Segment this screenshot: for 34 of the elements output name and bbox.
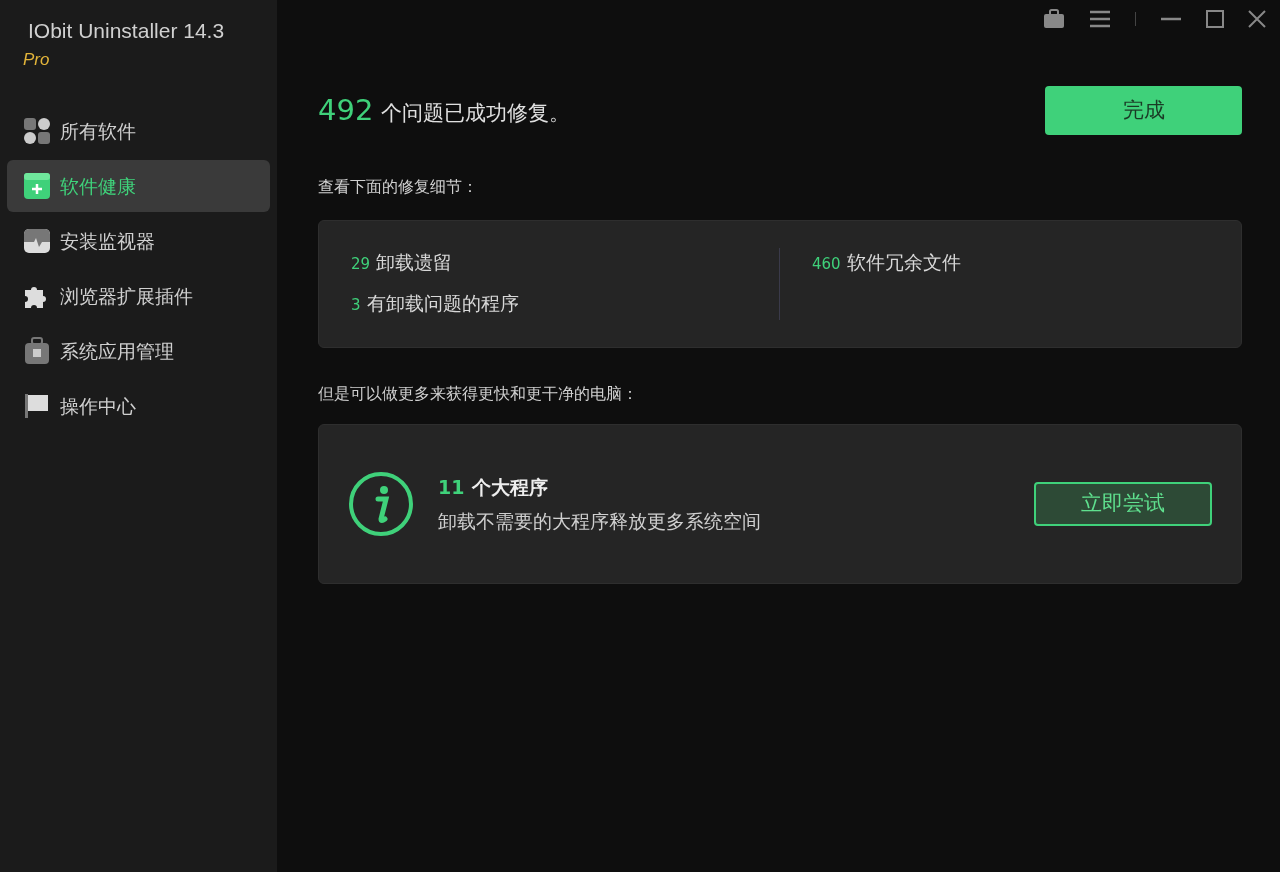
briefcase-icon: [23, 336, 51, 365]
detail-count: 29: [351, 254, 371, 275]
done-button[interactable]: 完成: [1045, 86, 1242, 135]
sidebar-item[interactable]: 所有软件: [7, 104, 270, 157]
try-now-button[interactable]: 立即尝试: [1034, 482, 1212, 526]
detail-count: 460: [812, 254, 841, 275]
sidebar-item[interactable]: 浏览器扩展插件: [7, 269, 270, 322]
toolbox-icon[interactable]: [1043, 9, 1065, 29]
detail-label: 有卸载问题的程序: [366, 290, 519, 316]
program-count: 11: [438, 474, 465, 500]
detail-label: 软件冗余文件: [846, 250, 961, 275]
details-heading: 查看下面的修复细节：: [318, 176, 479, 198]
plus-window-icon: [23, 171, 51, 200]
suggestion-heading: 但是可以做更多来获得更快和更干净的电脑：: [318, 383, 639, 405]
info-icon: [348, 471, 414, 537]
close-icon[interactable]: [1248, 10, 1266, 28]
app-title: IObit Uninstaller 14.3: [28, 18, 226, 44]
sidebar-item[interactable]: 系统应用管理: [7, 324, 270, 377]
minimize-icon[interactable]: [1160, 17, 1182, 21]
monitor-icon: [23, 226, 51, 255]
menu-icon[interactable]: [1089, 10, 1111, 28]
detail-count: 3: [351, 294, 361, 316]
suggestion-title: 个大程序: [472, 474, 549, 500]
sidebar-item[interactable]: 软件健康: [7, 159, 270, 212]
fixed-count: 492: [318, 91, 374, 129]
fixed-message: 个问题已成功修复。: [381, 99, 571, 127]
sidebar-item[interactable]: 安装监视器: [7, 214, 270, 267]
detail-label: 卸载遗留: [376, 250, 453, 275]
edition-label: Pro: [23, 49, 50, 72]
flag-icon: [23, 391, 51, 420]
sidebar-item[interactable]: 操作中心: [7, 379, 270, 432]
maximize-icon[interactable]: [1206, 10, 1224, 28]
suggestion-description: 卸载不需要的大程序释放更多系统空间: [438, 509, 762, 534]
grid-icon: [23, 116, 51, 145]
